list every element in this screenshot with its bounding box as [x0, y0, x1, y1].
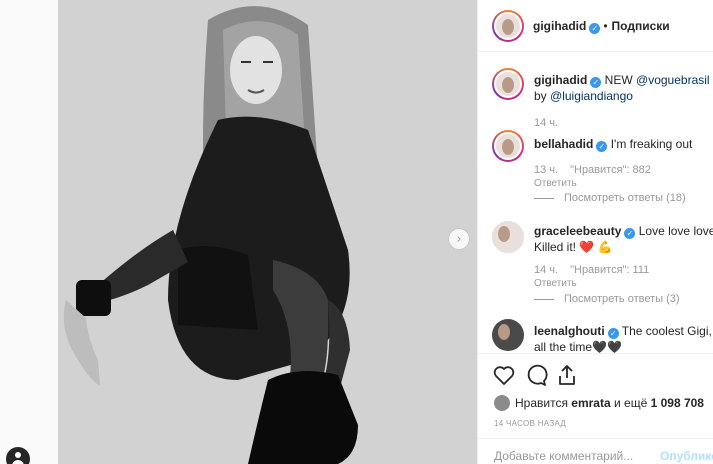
- comment-username[interactable]: bellahadid: [534, 137, 593, 151]
- comment-text: leenalghouti ✓ The coolest Gigi, all the …: [534, 323, 713, 353]
- verified-badge-icon: ✓: [607, 328, 619, 339]
- comment-time: 14 ч.: [534, 264, 559, 276]
- avatar[interactable]: [492, 319, 524, 351]
- avatar: [494, 395, 510, 411]
- view-replies-button[interactable]: Посмотреть ответы (3): [534, 291, 680, 307]
- view-replies-button[interactable]: Посмотреть ответы (18): [534, 190, 686, 206]
- likes-summary[interactable]: Нравится emrata и ещё 1 098 708: [494, 395, 704, 411]
- reply-button[interactable]: Ответить: [534, 276, 577, 292]
- comment-body-line2: Killed it! ❤️ 💪: [534, 240, 613, 254]
- post-time: 14 ЧАСОВ НАЗАД: [494, 419, 567, 428]
- caption-time: 14 ч.: [534, 117, 559, 129]
- comment-input[interactable]: [494, 449, 644, 463]
- comment-likes[interactable]: "Нравится": 111: [570, 264, 649, 276]
- post-photo[interactable]: [58, 0, 477, 464]
- share-icon[interactable]: [555, 363, 579, 387]
- post-side-panel: gigihadid ✓ • Подписки gigihadid ✓ NEW @vogu…: [477, 0, 713, 464]
- likes-middle: и ещё: [610, 396, 651, 410]
- follow-button[interactable]: Подписки: [612, 19, 670, 33]
- post-actions: Нравится emrata и ещё 1 098 708 14 ЧАСОВ…: [478, 353, 713, 464]
- comment-body: Love love love.: [638, 224, 713, 238]
- separator: •: [603, 19, 608, 33]
- comment-icon[interactable]: [524, 363, 548, 387]
- avatar[interactable]: [492, 68, 524, 100]
- caption-line2-prefix: by: [534, 89, 551, 103]
- likes-user[interactable]: emrata: [571, 396, 610, 410]
- view-replies-label: Посмотреть ответы (3): [564, 293, 680, 305]
- comment-likes[interactable]: "Нравится": 882: [570, 164, 651, 176]
- user-icon[interactable]: [6, 447, 30, 464]
- next-photo-button[interactable]: ›: [448, 228, 470, 250]
- verified-badge-icon: ✓: [624, 228, 636, 239]
- comment-username[interactable]: graceleebeauty: [534, 224, 621, 238]
- post-photo-illustration: [58, 0, 477, 464]
- post-header: gigihadid ✓ • Подписки: [478, 0, 713, 52]
- avatar[interactable]: [492, 10, 524, 42]
- header-line: gigihadid ✓ • Подписки: [533, 19, 670, 34]
- caption-username[interactable]: gigihadid: [534, 73, 587, 87]
- header-username[interactable]: gigihadid: [533, 19, 586, 33]
- left-gutter: [0, 0, 58, 464]
- verified-badge-icon: ✓: [589, 23, 601, 34]
- avatar[interactable]: [492, 221, 524, 253]
- likes-prefix: Нравится: [515, 396, 572, 410]
- chevron-right-icon: ›: [456, 231, 462, 247]
- view-replies-label: Посмотреть ответы (18): [564, 192, 686, 204]
- caption-text-start: NEW: [604, 73, 637, 87]
- comment-body: The coolest Gigi,: [621, 324, 712, 338]
- divider: [534, 197, 554, 199]
- verified-badge-icon: ✓: [590, 77, 602, 88]
- publish-button[interactable]: Опублико: [660, 449, 713, 463]
- comment-body: I'm freaking out: [610, 137, 693, 151]
- verified-badge-icon: ✓: [596, 141, 608, 152]
- heart-icon[interactable]: [492, 363, 516, 387]
- comment-text: bellahadid ✓ I'm freaking out: [534, 136, 713, 152]
- divider: [534, 298, 554, 300]
- caption-text: gigihadid✓ NEW @voguebrasil 🖤 by @luigia…: [534, 72, 713, 104]
- comment-text: graceleebeauty ✓ Love love love. Killed i…: [534, 223, 713, 255]
- mention-link[interactable]: @luigiandiango: [550, 89, 633, 103]
- comment-username[interactable]: leenalghouti: [534, 324, 605, 338]
- avatar[interactable]: [492, 130, 524, 162]
- add-comment-bar: Опублико: [478, 438, 713, 464]
- comments-list[interactable]: gigihadid✓ NEW @voguebrasil 🖤 by @luigia…: [478, 53, 713, 353]
- likes-count[interactable]: 1 098 708: [651, 396, 704, 410]
- comment-time: 13 ч.: [534, 164, 559, 176]
- comment-body-line2: all the time🖤🖤: [534, 340, 622, 353]
- mention-link[interactable]: @voguebrasil: [636, 73, 710, 87]
